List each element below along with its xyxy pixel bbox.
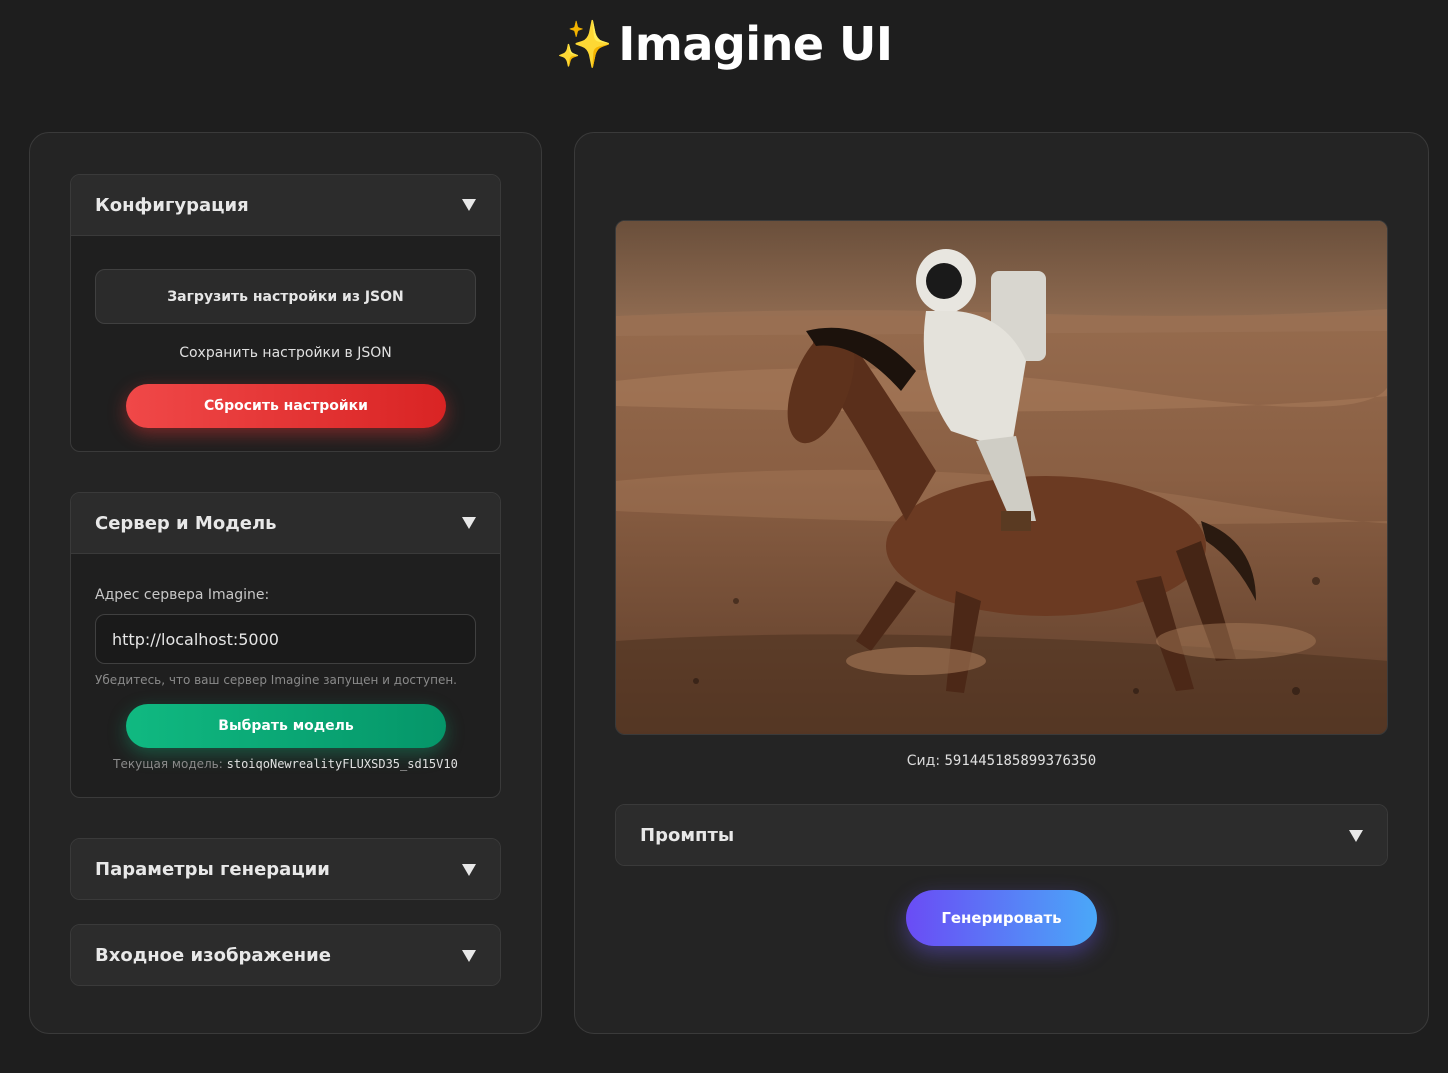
config-section-header[interactable]: Конфигурация xyxy=(71,175,500,236)
chevron-down-icon[interactable] xyxy=(462,949,476,962)
app-title: ✨ Imagine UI xyxy=(0,14,1448,74)
sparkles-icon: ✨ xyxy=(555,17,613,71)
generated-image[interactable] xyxy=(615,220,1388,735)
generation-params-section: Параметры генерации xyxy=(70,838,501,900)
save-settings-button[interactable]: Сохранить настройки в JSON xyxy=(71,345,500,361)
load-settings-button[interactable]: Загрузить настройки из JSON xyxy=(95,269,476,324)
server-model-section-title: Сервер и Модель xyxy=(95,512,277,534)
config-section-title: Конфигурация xyxy=(95,194,249,216)
seed-line: Сид: 591445185899376350 xyxy=(575,753,1428,769)
chevron-down-icon[interactable] xyxy=(462,863,476,876)
chevron-down-icon[interactable] xyxy=(462,517,476,529)
seed-value: 591445185899376350 xyxy=(944,753,1097,769)
seed-label: Сид: xyxy=(906,753,941,769)
chevron-down-icon[interactable] xyxy=(1349,829,1363,842)
generate-button[interactable]: Генерировать xyxy=(906,890,1097,946)
server-address-label: Адрес сервера Imagine: xyxy=(95,587,270,603)
current-model-line: Текущая модель: stoiqoNewrealityFLUXSD35… xyxy=(71,757,500,771)
reset-settings-button[interactable]: Сбросить настройки xyxy=(126,384,446,428)
current-model-label: Текущая модель: xyxy=(113,757,223,771)
server-model-section: Сервер и Модель Адрес сервера Imagine: У… xyxy=(70,492,501,798)
chevron-down-icon[interactable] xyxy=(462,199,476,211)
current-model-value: stoiqoNewrealityFLUXSD35_sd15V10 xyxy=(226,757,458,771)
result-panel: Сид: 591445185899376350 Промпты Генериро… xyxy=(574,132,1429,1034)
generation-params-section-title: Параметры генерации xyxy=(95,859,330,880)
prompts-section-header[interactable]: Промпты xyxy=(616,805,1387,865)
config-section: Конфигурация Загрузить настройки из JSON… xyxy=(70,174,501,452)
input-image-section-header[interactable]: Входное изображение xyxy=(71,925,500,985)
server-hint: Убедитесь, что ваш сервер Imagine запуще… xyxy=(95,673,457,687)
input-image-section-title: Входное изображение xyxy=(95,945,331,966)
prompts-section-title: Промпты xyxy=(640,825,735,846)
select-model-button[interactable]: Выбрать модель xyxy=(126,704,446,748)
prompts-section: Промпты xyxy=(615,804,1388,866)
generated-image-graphic xyxy=(616,221,1387,734)
settings-panel: Конфигурация Загрузить настройки из JSON… xyxy=(29,132,542,1034)
generation-params-section-header[interactable]: Параметры генерации xyxy=(71,839,500,899)
server-address-input[interactable] xyxy=(95,614,476,664)
server-model-section-header[interactable]: Сервер и Модель xyxy=(71,493,500,554)
input-image-section: Входное изображение xyxy=(70,924,501,986)
app-title-text: Imagine UI xyxy=(618,17,893,71)
